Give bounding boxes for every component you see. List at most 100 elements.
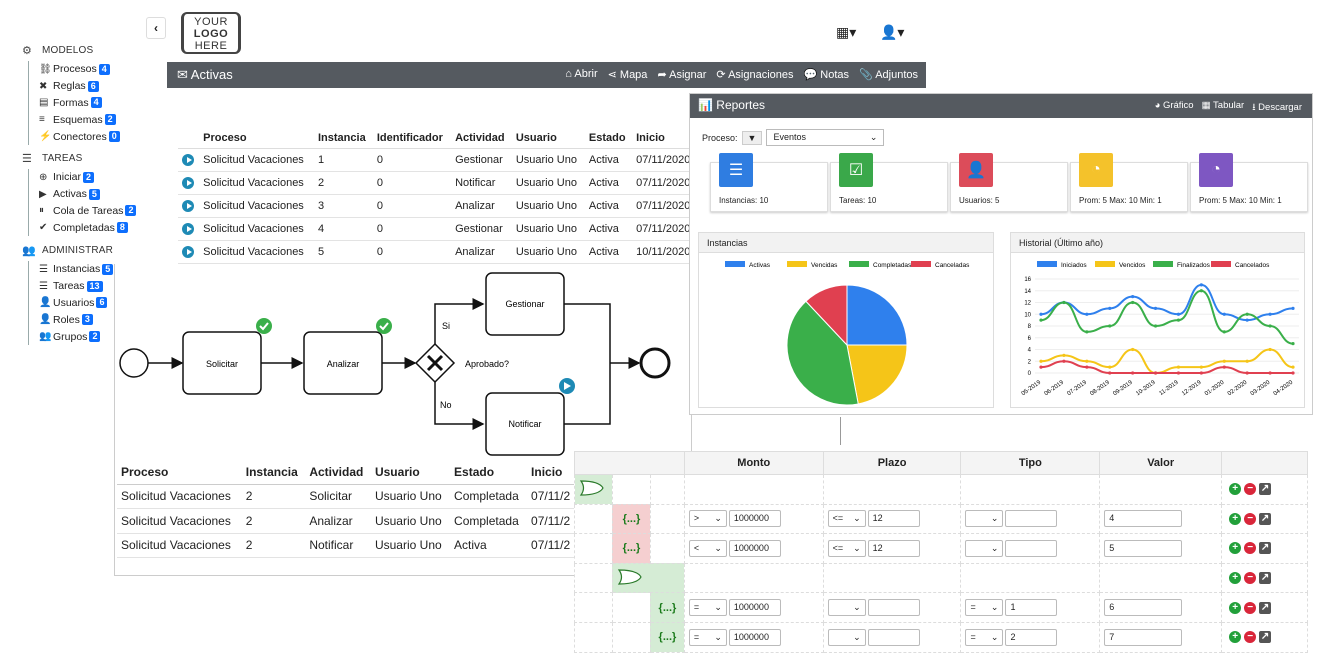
sidebar-item-esquemas[interactable]: ≡ Esquemas 2 — [39, 111, 120, 128]
user-menu-icon[interactable]: 👤▾ — [880, 24, 904, 41]
column-header[interactable]: Estado — [450, 460, 528, 485]
column-header[interactable]: Instancia — [314, 128, 373, 149]
monto-input[interactable]: 1000000 — [728, 599, 781, 617]
tipo-input[interactable] — [1005, 510, 1058, 528]
column-header[interactable]: Proceso — [199, 128, 314, 149]
play-icon[interactable] — [182, 176, 194, 189]
rule-expression[interactable]: {...} — [659, 602, 677, 614]
plazo-input[interactable] — [867, 628, 920, 646]
valor-input[interactable]: 5 — [1104, 539, 1183, 557]
tipo-operator-select[interactable]: ⌄ — [965, 510, 1004, 528]
monto-operator-select[interactable]: = ⌄ — [688, 599, 727, 617]
proceso-select[interactable]: Eventos ⌄ — [766, 129, 885, 146]
table-row[interactable]: Solicitud Vacaciones 1 0 Gestionar Usuario U… — [178, 148, 698, 172]
monto-operator-select[interactable]: < ⌄ — [688, 539, 727, 557]
descargar-button[interactable]: ⭳ Descargar — [1252, 100, 1302, 116]
gráfico-button[interactable]: ◕ Gráfico — [1155, 100, 1194, 116]
sidebar-item-usuarios[interactable]: 👤 Usuarios 6 — [39, 295, 113, 312]
add-row-button[interactable]: + — [1229, 572, 1242, 585]
tabular-button[interactable]: ▦ Tabular — [1202, 100, 1245, 116]
column-header[interactable]: Estado — [584, 128, 633, 149]
column-header[interactable]: Inicio — [527, 460, 577, 485]
notas-button[interactable]: 💬 Notas — [804, 68, 850, 81]
plazo-operator-select[interactable]: <= ⌄ — [827, 539, 866, 557]
table-row[interactable]: Solicitud Vacaciones 4 0 Gestionar Usuario U… — [178, 217, 698, 241]
sidebar-item-cola-de-tareas[interactable]: ⏸ Cola de Tareas 2 — [39, 203, 137, 220]
tipo-input[interactable] — [1005, 539, 1058, 557]
sidebar-item-completadas[interactable]: ✔ Completadas 8 — [39, 219, 136, 236]
monto-input[interactable]: 1000000 — [728, 510, 781, 528]
column-header[interactable]: Usuario — [511, 128, 585, 149]
valor-input[interactable]: 6 — [1104, 599, 1183, 617]
edit-row-button[interactable]: ↗ — [1259, 542, 1272, 555]
play-icon[interactable] — [182, 199, 194, 212]
remove-row-button[interactable]: − — [1244, 601, 1257, 614]
column-header[interactable]: Instancia — [241, 460, 306, 485]
sidebar-item-activas[interactable]: ▶ Activas 5 — [39, 186, 136, 203]
tipo-input[interactable]: 2 — [1005, 628, 1058, 646]
plazo-operator-select[interactable]: ⌄ — [827, 599, 866, 617]
row-action[interactable] — [178, 217, 200, 241]
sidebar-item-iniciar[interactable]: ⊕ Iniciar 2 — [39, 169, 136, 186]
table-row[interactable]: Solicitud Vacaciones 2 Solicitar Usuario Un… — [117, 484, 577, 509]
remove-row-button[interactable]: − — [1244, 572, 1257, 585]
table-row[interactable]: Solicitud Vacaciones 5 0 Analizar Usuario Un… — [178, 240, 698, 264]
table-row[interactable]: Solicitud Vacaciones 2 Notificar Usuario Un… — [117, 533, 577, 558]
play-icon[interactable] — [182, 222, 194, 235]
sidebar-item-instancias[interactable]: ☰ Instancias 5 — [39, 261, 114, 278]
monto-input[interactable]: 1000000 — [728, 539, 781, 557]
collapse-sidebar-button[interactable]: ‹ — [146, 17, 166, 39]
tipo-operator-select[interactable]: ⌄ — [965, 539, 1004, 557]
valor-input[interactable]: 7 — [1104, 628, 1183, 646]
sidebar-item-procesos[interactable]: ⛓ Procesos 4 — [39, 61, 120, 78]
sidebar-item-reglas[interactable]: ✖ Reglas 6 — [39, 78, 120, 95]
column-header[interactable]: Proceso — [117, 460, 242, 485]
column-header[interactable]: Usuario — [370, 460, 451, 485]
monto-input[interactable]: 1000000 — [728, 628, 781, 646]
sidebar-item-roles[interactable]: 👤 Roles 3 — [39, 311, 113, 328]
edit-row-button[interactable]: ↗ — [1259, 512, 1272, 525]
rule-expression[interactable]: {...} — [659, 631, 677, 643]
row-action[interactable] — [178, 240, 200, 264]
plazo-operator-select[interactable]: <= ⌄ — [827, 510, 866, 528]
add-row-button[interactable]: + — [1229, 542, 1242, 555]
grid-menu-icon[interactable]: ▦▾ — [836, 24, 856, 41]
plazo-input[interactable] — [867, 599, 920, 617]
asignaciones-button[interactable]: ⟳ Asignaciones — [716, 68, 793, 81]
row-action[interactable] — [178, 148, 200, 172]
add-row-button[interactable]: + — [1229, 483, 1242, 496]
rule-expression[interactable]: {...} — [623, 513, 641, 525]
sidebar-item-conectores[interactable]: ⚡ Conectores 0 — [39, 128, 120, 145]
asignar-button[interactable]: ➦ Asignar — [657, 68, 706, 81]
tipo-input[interactable]: 1 — [1005, 599, 1058, 617]
tipo-operator-select[interactable]: = ⌄ — [965, 599, 1004, 617]
remove-row-button[interactable]: − — [1244, 542, 1257, 555]
plazo-input[interactable]: 12 — [867, 510, 920, 528]
edit-row-button[interactable]: ↗ — [1259, 572, 1272, 585]
sidebar-item-formas[interactable]: ▤ Formas 4 — [39, 95, 120, 112]
add-row-button[interactable]: + — [1229, 512, 1242, 525]
rule-expression[interactable]: {...} — [623, 542, 641, 554]
add-row-button[interactable]: + — [1229, 601, 1242, 614]
row-action[interactable] — [178, 194, 200, 218]
sidebar-item-grupos[interactable]: 👥 Grupos 2 — [39, 328, 113, 345]
edit-row-button[interactable]: ↗ — [1259, 483, 1272, 496]
table-row[interactable]: Solicitud Vacaciones 3 0 Analizar Usuario Un… — [178, 194, 698, 218]
remove-row-button[interactable]: − — [1244, 631, 1257, 644]
play-icon[interactable] — [182, 153, 194, 166]
table-row[interactable]: Solicitud Vacaciones 2 Analizar Usuario Uno… — [117, 508, 577, 534]
edit-row-button[interactable]: ↗ — [1259, 631, 1272, 644]
adjuntos-button[interactable]: 📎 Adjuntos — [859, 68, 918, 81]
tipo-operator-select[interactable]: = ⌄ — [965, 628, 1004, 646]
edit-row-button[interactable]: ↗ — [1259, 601, 1272, 614]
monto-operator-select[interactable]: > ⌄ — [688, 510, 727, 528]
row-action[interactable] — [178, 171, 200, 195]
plazo-input[interactable]: 12 — [867, 539, 920, 557]
valor-input[interactable]: 4 — [1104, 510, 1183, 528]
mapa-button[interactable]: ⋖ Mapa — [608, 68, 648, 81]
monto-operator-select[interactable]: = ⌄ — [688, 628, 727, 646]
sidebar-item-tareas[interactable]: ☰ Tareas 13 — [39, 278, 113, 295]
remove-row-button[interactable]: − — [1244, 512, 1257, 525]
table-row[interactable]: Solicitud Vacaciones 2 0 Notificar Usuario U… — [178, 171, 698, 195]
abrir-button[interactable]: ⌂ Abrir — [565, 68, 597, 81]
